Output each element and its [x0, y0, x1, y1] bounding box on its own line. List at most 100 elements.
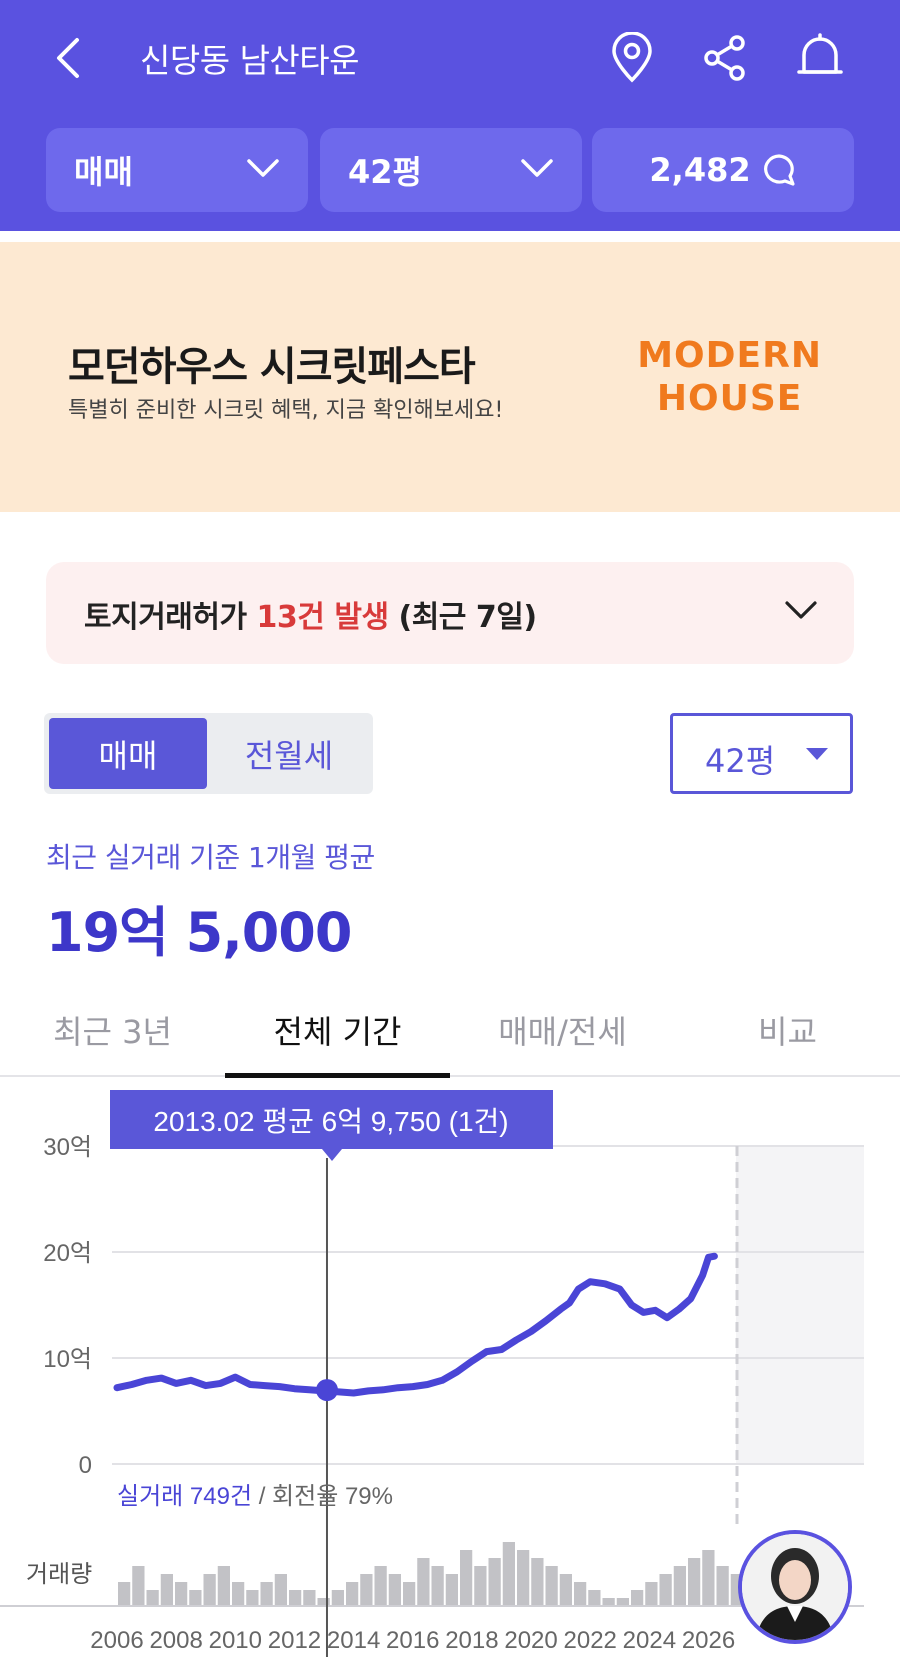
average-label: 최근 실거래 기준 1개월 평균 [46, 841, 375, 874]
bell-icon [797, 33, 843, 74]
volume-bar [645, 1582, 658, 1606]
x-tick-label: 2014 [327, 1627, 380, 1654]
map-pin-icon [612, 32, 652, 83]
selection-marker [315, 1379, 338, 1402]
brand-line1: MODERN [637, 335, 822, 376]
future-region [736, 1146, 864, 1464]
size-filter[interactable]: 42평 [320, 128, 582, 212]
volume-bar [602, 1598, 615, 1606]
volume-bar [203, 1574, 216, 1606]
volume-bar [702, 1550, 715, 1606]
x-tick-label: 2022 [564, 1627, 617, 1654]
banner-subtitle: 특별히 준비한 시크릿 혜택, 지금 확인해보세요! [68, 398, 504, 423]
tab-sale-jeonse[interactable]: 매매/전세 [450, 985, 675, 1075]
volume-bar [388, 1574, 401, 1606]
toggle-rent[interactable]: 전월세 [210, 718, 368, 789]
brand-logo: MODERN HOUSE [637, 334, 822, 420]
toggle-sale[interactable]: 매매 [49, 718, 207, 789]
land-permit-alert[interactable]: 토지거래허가 13건 발생 (최근 7일) [46, 562, 854, 664]
promo-banner[interactable]: 모던하우스 시크릿페스타 특별히 준비한 시크릿 혜택, 지금 확인해보세요! … [0, 242, 900, 512]
share-button[interactable] [697, 28, 753, 88]
notification-button[interactable] [792, 28, 848, 88]
comments-button[interactable]: 2,482 [592, 128, 854, 212]
chat-bubble-icon [763, 154, 795, 186]
agent-avatar-button[interactable] [738, 1530, 852, 1644]
x-tick-label: 2006 [90, 1627, 143, 1654]
brand-line2: HOUSE [656, 378, 803, 420]
volume-bar [118, 1582, 131, 1606]
volume-bar [331, 1590, 344, 1606]
y-tick-label: 30억 [43, 1134, 92, 1161]
volume-bar [531, 1558, 544, 1606]
person-avatar-icon [742, 1534, 848, 1640]
volume-bar [346, 1582, 359, 1606]
tab-all-period[interactable]: 전체 기간 [225, 985, 450, 1078]
x-tick-label: 2008 [149, 1627, 202, 1654]
x-tick-label: 2010 [209, 1627, 262, 1654]
volume-bar [403, 1582, 416, 1606]
summary-sep: / [252, 1483, 272, 1510]
size-select-value: 42평 [705, 742, 776, 780]
alert-prefix: 토지거래허가 [84, 600, 257, 635]
tooltip-pointer [322, 1149, 342, 1161]
trade-type-label: 매매 [74, 153, 133, 191]
volume-bar [132, 1566, 145, 1606]
volume-bar [360, 1574, 373, 1606]
volume-bar [217, 1566, 230, 1606]
volume-bar [517, 1550, 530, 1606]
volume-bar [303, 1590, 316, 1606]
volume-bar [274, 1574, 287, 1606]
volume-bar [574, 1582, 587, 1606]
volume-bar [502, 1542, 515, 1606]
tab-compare[interactable]: 비교 [675, 985, 900, 1075]
volume-bar [631, 1590, 644, 1606]
volume-bar [146, 1590, 159, 1606]
back-button[interactable] [44, 28, 92, 88]
volume-bar [431, 1566, 444, 1606]
tab-recent-3y[interactable]: 최근 3년 [0, 985, 225, 1075]
trade-type-filter[interactable]: 매매 [46, 128, 308, 212]
volume-bar [246, 1590, 259, 1606]
chevron-down-icon [247, 159, 279, 177]
dropdown-triangle-icon [806, 748, 828, 760]
alert-suffix: (최근 7일) [388, 600, 537, 635]
tooltip-text: 2013.02 평균 6억 9,750 (1건) [153, 1106, 508, 1137]
volume-bar [374, 1566, 387, 1606]
size-select[interactable]: 42평 [670, 713, 853, 794]
volume-bar [673, 1566, 686, 1606]
volume-bar [232, 1582, 245, 1606]
x-tick-label: 2012 [268, 1627, 321, 1654]
volume-bar [460, 1550, 473, 1606]
volume-bar [160, 1574, 173, 1606]
x-tick-label: 2024 [623, 1627, 676, 1654]
volume-bar [616, 1598, 629, 1606]
volume-bar [559, 1574, 572, 1606]
volume-bar [545, 1566, 558, 1606]
x-tick-label: 2020 [504, 1627, 557, 1654]
volume-bar [445, 1574, 458, 1606]
chevron-down-icon [785, 601, 817, 619]
y-tick-label: 20억 [43, 1240, 92, 1267]
volume-bar [175, 1582, 188, 1606]
period-tabs: 최근 3년 전체 기간 매매/전세 비교 [0, 985, 900, 1078]
location-button[interactable] [604, 28, 660, 88]
volume-bar [474, 1566, 487, 1606]
average-value: 19억 5,000 [46, 901, 352, 964]
alert-highlight: 13건 발생 [256, 600, 390, 635]
volume-bar [417, 1558, 430, 1606]
volume-bar [488, 1558, 501, 1606]
chevron-down-icon [521, 159, 553, 177]
size-label: 42평 [348, 153, 422, 191]
page-title: 신당동 남산타운 [140, 41, 360, 80]
volume-bar [716, 1566, 729, 1606]
alert-text: 토지거래허가 13건 발생 (최근 7일) [84, 592, 537, 636]
volume-bar [260, 1582, 273, 1606]
trade-summary: 실거래 749건 / 회전율 79% [117, 1483, 393, 1510]
trade-count: 실거래 749건 [117, 1483, 252, 1510]
volume-bar [289, 1590, 302, 1606]
app-header: 신당동 남산타운 매매 42평 2,482 [0, 0, 900, 231]
price-series-line [113, 1252, 718, 1397]
y-tick-label: 10억 [43, 1346, 92, 1373]
y-tick-label: 0 [79, 1452, 92, 1479]
x-tick-label: 2018 [445, 1627, 498, 1654]
